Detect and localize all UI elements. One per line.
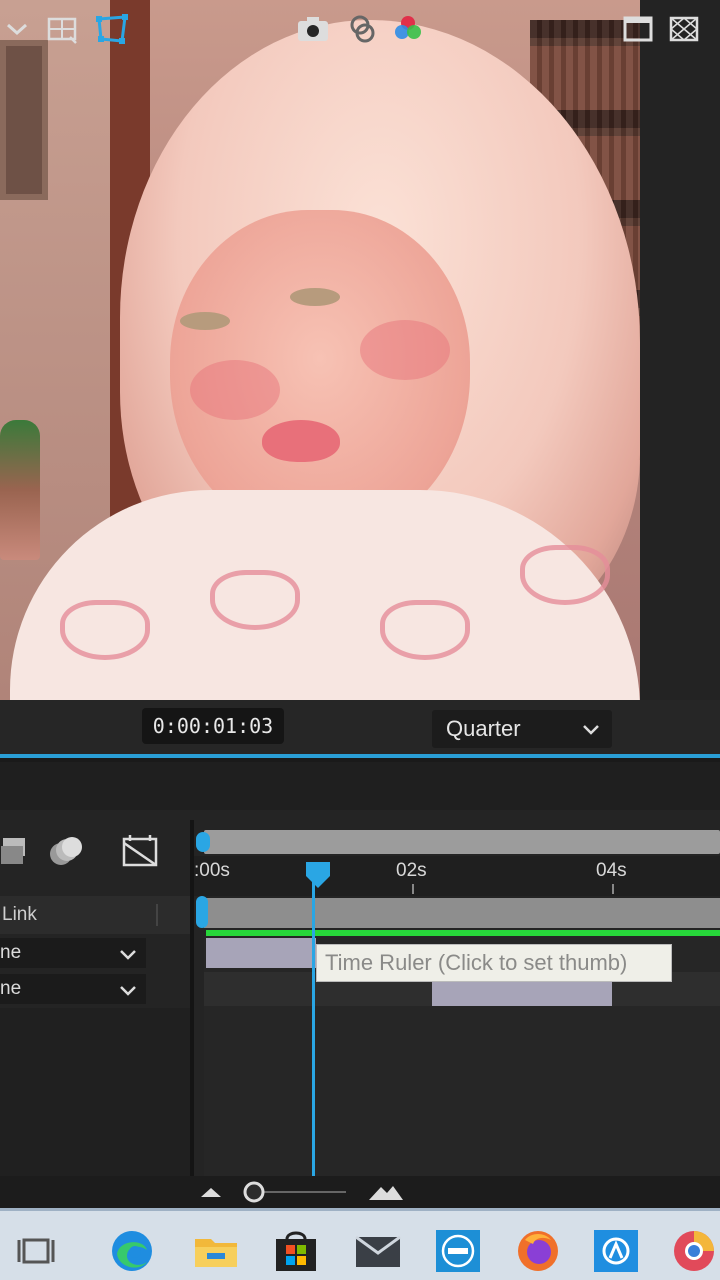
region-of-interest-button[interactable] (620, 12, 656, 46)
timeline-header-strip (0, 762, 720, 810)
current-time-indicator-line[interactable] (312, 880, 315, 1176)
work-area-bar[interactable] (204, 898, 720, 928)
ruler-tick-label: 02s (396, 860, 427, 881)
app-icon (594, 1230, 638, 1272)
current-time-indicator-head[interactable] (304, 860, 332, 890)
layer-duration-bar[interactable] (206, 938, 316, 968)
file-explorer-button[interactable] (192, 1228, 240, 1274)
edge-button[interactable] (108, 1228, 156, 1274)
resolution-value: Quarter (446, 716, 521, 741)
ruler-tick-label: 04s (596, 860, 627, 881)
microsoft-store-icon (276, 1231, 316, 1271)
work-area-start-handle[interactable] (196, 896, 208, 928)
chevron-down-icon (583, 725, 599, 735)
zoom-slider[interactable] (240, 1178, 350, 1206)
parent-link-label: Link (2, 904, 37, 925)
chevron-down-icon (120, 950, 136, 960)
shirt-print (380, 600, 470, 660)
composition-frame (0, 0, 640, 700)
shirt-print (60, 600, 150, 660)
subject-eye-left (180, 312, 230, 330)
large-mountain-icon (369, 1186, 403, 1200)
microsoft-store-button[interactable] (272, 1228, 320, 1274)
rgb-channels-icon (395, 16, 421, 39)
mask-path-icon (96, 14, 128, 44)
show-snapshot-icon (350, 15, 375, 43)
motion-blur-icon (50, 837, 82, 865)
zoom-in-button[interactable] (366, 1178, 406, 1206)
show-snapshot-button[interactable] (344, 12, 380, 46)
layer-column-header[interactable]: Link (0, 896, 190, 934)
transparency-grid-button[interactable] (666, 12, 702, 46)
ruler-tick-mark (612, 884, 614, 894)
ruler-tick-mark (412, 884, 414, 894)
chevron-down-icon (120, 986, 136, 996)
choose-grid-button[interactable] (42, 12, 82, 46)
region-of-interest-icon (623, 16, 653, 42)
zoom-out-button[interactable] (196, 1178, 226, 1206)
time-ruler-tooltip: Time Ruler (Click to set thumb) (316, 944, 672, 982)
dell-icon (436, 1230, 480, 1272)
graph-editor-icon (122, 835, 158, 867)
comp-mini-flowchart-button[interactable] (0, 834, 30, 868)
timeline-zoom-bar (0, 1176, 720, 1208)
time-navigator-bar[interactable] (204, 830, 720, 854)
shirt-print (520, 545, 610, 605)
figurine (0, 420, 40, 560)
task-view-icon (17, 1238, 55, 1264)
grid-guides-icon (47, 17, 77, 44)
subject-cheek-right (360, 320, 450, 380)
camera-icon (298, 17, 328, 41)
checkerboard-icon (669, 16, 699, 42)
layer-mode-dropdown[interactable]: ne (0, 974, 146, 1004)
mail-icon (355, 1235, 401, 1267)
browser-button[interactable] (670, 1228, 718, 1274)
time-ruler[interactable] (194, 856, 720, 896)
subject-cheek-left (190, 360, 280, 420)
layer-mode-dropdown[interactable]: ne (0, 938, 146, 968)
app-button[interactable] (592, 1228, 640, 1274)
column-divider (156, 904, 158, 926)
subject-lips (262, 420, 340, 462)
magnification-dropdown[interactable] (0, 12, 34, 46)
chevron-down-icon (7, 23, 27, 36)
composition-viewer[interactable] (0, 0, 720, 700)
toggle-mask-visibility-button[interactable] (90, 12, 134, 46)
edge-icon (112, 1231, 152, 1271)
shirt-print (210, 570, 300, 630)
firefox-icon (518, 1231, 558, 1271)
resolution-dropdown[interactable]: Quarter (432, 710, 612, 748)
motion-blur-switch-button[interactable] (46, 834, 86, 868)
right-panel (640, 0, 720, 700)
chrome-like-icon (674, 1231, 714, 1271)
dell-button[interactable] (434, 1228, 482, 1274)
current-time-display[interactable]: 0:00:01:03 (142, 708, 284, 744)
task-view-button[interactable] (12, 1228, 60, 1274)
ruler-tick-label: :00s (194, 860, 230, 881)
subject-eye-right (290, 288, 340, 306)
time-navigator-start-handle[interactable] (196, 832, 210, 852)
layers-icon (1, 838, 25, 864)
mail-button[interactable] (354, 1228, 402, 1274)
graph-editor-button[interactable] (118, 834, 162, 868)
firefox-button[interactable] (514, 1228, 562, 1274)
wall-picture-frame (0, 40, 48, 200)
layer-mode-value: ne (0, 978, 22, 999)
layer-mode-value: ne (0, 942, 22, 963)
file-explorer-icon (195, 1239, 237, 1267)
small-mountain-icon (201, 1188, 221, 1197)
show-channel-button[interactable] (390, 12, 426, 46)
layer-list-empty-area (0, 1008, 190, 1176)
layer-duration-bar[interactable] (432, 982, 612, 1006)
viewer-toolbar (0, 700, 720, 758)
zoom-slider-track (243, 1181, 346, 1203)
snapshot-button[interactable] (294, 12, 332, 46)
